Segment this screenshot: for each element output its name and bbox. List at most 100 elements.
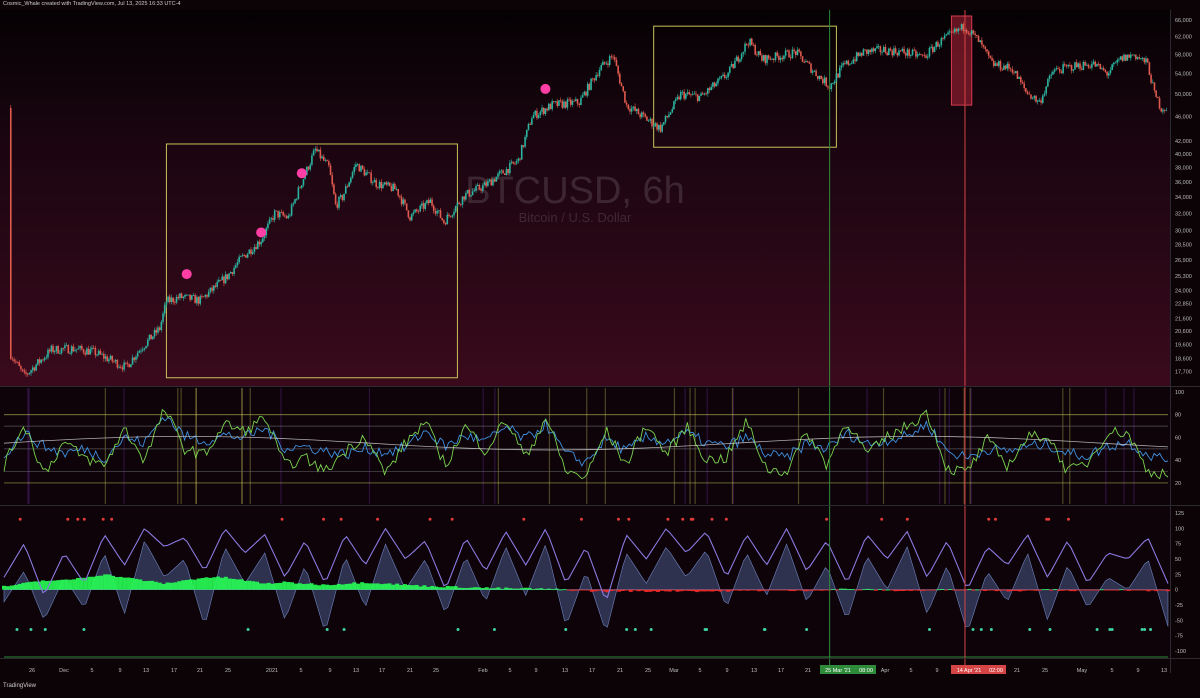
money-flow-bar bbox=[321, 584, 326, 590]
price-candle bbox=[131, 357, 134, 365]
price-candle bbox=[441, 218, 443, 221]
price-candle bbox=[238, 256, 240, 263]
price-axis-tick-label: 46,000 bbox=[1175, 114, 1192, 120]
price-candle bbox=[874, 48, 877, 52]
price-axis-tick-label: 19,600 bbox=[1175, 342, 1192, 348]
money-flow-bar bbox=[788, 589, 793, 592]
money-flow-bar bbox=[33, 581, 38, 590]
price-candle bbox=[343, 193, 345, 201]
price-candle bbox=[1074, 62, 1076, 70]
pink-signal-marker[interactable] bbox=[256, 227, 267, 238]
price-candle bbox=[859, 53, 861, 56]
price-candle bbox=[60, 347, 63, 354]
money-flow-bar bbox=[383, 583, 388, 590]
price-candle bbox=[1104, 69, 1107, 72]
price-candle bbox=[701, 93, 704, 95]
price-candle bbox=[373, 179, 376, 183]
time-axis-tick-label: 13 bbox=[1161, 668, 1167, 674]
price-candle bbox=[1013, 72, 1015, 74]
price-candle bbox=[551, 101, 553, 110]
pink-signal-marker[interactable] bbox=[296, 168, 307, 179]
price-candle bbox=[593, 78, 596, 81]
money-flow-bar bbox=[313, 584, 318, 590]
price-candle bbox=[380, 181, 383, 189]
price-candle bbox=[1026, 91, 1029, 94]
tradingview-chart[interactable]: BTCUSD, 6h Bitcoin / U.S. Dollar 66,000 6… bbox=[0, 0, 1200, 693]
money-flow-bar bbox=[566, 589, 571, 591]
money-flow-bar bbox=[196, 578, 201, 590]
money-flow-bar bbox=[1158, 589, 1163, 591]
price-candle bbox=[262, 238, 264, 243]
price-candle bbox=[976, 35, 978, 36]
money-flow-bar bbox=[620, 589, 625, 591]
price-candle bbox=[891, 50, 894, 56]
price-candle bbox=[1023, 83, 1025, 89]
chart-canvas[interactable]: BTCUSD, 6h Bitcoin / U.S. Dollar 66,0006… bbox=[0, 0, 1200, 693]
money-flow-bar bbox=[870, 589, 875, 591]
price-candle bbox=[155, 329, 158, 333]
price-candle bbox=[211, 287, 213, 291]
price-candle bbox=[613, 57, 616, 60]
price-candle bbox=[84, 352, 87, 355]
price-candle bbox=[267, 223, 269, 229]
money-flow-bar bbox=[523, 587, 528, 590]
money-flow-bar bbox=[640, 589, 645, 591]
pink-signal-marker[interactable] bbox=[540, 83, 551, 94]
price-candle bbox=[394, 183, 396, 190]
money-flow-bar bbox=[75, 577, 80, 590]
price-candle bbox=[480, 189, 482, 191]
price-candle bbox=[1001, 69, 1003, 71]
money-flow-bar bbox=[768, 589, 773, 591]
price-candle bbox=[1158, 98, 1161, 109]
money-flow-bar bbox=[889, 589, 894, 591]
price-candle bbox=[930, 46, 932, 48]
price-candle bbox=[331, 175, 334, 185]
money-flow-bar bbox=[1072, 589, 1077, 592]
price-candle bbox=[322, 156, 325, 161]
money-flow-bar bbox=[449, 586, 454, 590]
price-candle bbox=[216, 281, 218, 287]
price-candle bbox=[690, 94, 692, 96]
price-candle bbox=[860, 53, 863, 56]
time-axis-tick-label: 5 bbox=[508, 668, 511, 674]
money-flow-bar bbox=[329, 585, 334, 590]
price-candle bbox=[123, 362, 125, 370]
price-candle bbox=[460, 204, 462, 205]
price-candle bbox=[857, 52, 860, 56]
price-candle bbox=[1058, 69, 1061, 72]
price-candle bbox=[309, 164, 312, 170]
money-flow-bar bbox=[835, 589, 840, 591]
price-candle bbox=[1146, 58, 1149, 63]
price-candle bbox=[179, 293, 181, 299]
pink-signal-marker[interactable] bbox=[181, 269, 192, 280]
money-flow-bar bbox=[1014, 589, 1019, 591]
price-candle bbox=[167, 296, 169, 303]
wave-signal-dot bbox=[456, 627, 460, 631]
wave-signal-dot bbox=[703, 627, 707, 631]
time-axis-tick-label: 21 bbox=[1014, 668, 1020, 674]
price-candle bbox=[388, 182, 391, 186]
money-flow-bar bbox=[1037, 589, 1042, 591]
money-flow-bar bbox=[138, 579, 143, 590]
price-candle bbox=[842, 63, 844, 66]
price-candle bbox=[1043, 93, 1046, 96]
price-candle bbox=[1131, 54, 1134, 56]
price-candle bbox=[830, 83, 833, 90]
price-candle bbox=[1025, 88, 1027, 92]
price-candle bbox=[250, 249, 252, 254]
money-flow-bar bbox=[29, 581, 34, 590]
tradingview-logo[interactable]: TradingView bbox=[3, 683, 36, 689]
money-flow-bar bbox=[56, 580, 61, 590]
price-candle bbox=[651, 118, 653, 127]
wave-signal-dot bbox=[1048, 627, 1052, 631]
wave-signal-dot bbox=[681, 517, 685, 521]
price-candle bbox=[954, 28, 956, 33]
price-candle bbox=[510, 161, 513, 163]
money-flow-bar bbox=[862, 589, 867, 591]
price-candle bbox=[35, 364, 37, 371]
price-candle bbox=[1124, 54, 1127, 61]
money-flow-bar bbox=[784, 589, 789, 591]
price-candle bbox=[94, 347, 97, 356]
wave-signal-dot bbox=[342, 627, 346, 631]
price-candle bbox=[612, 56, 614, 58]
